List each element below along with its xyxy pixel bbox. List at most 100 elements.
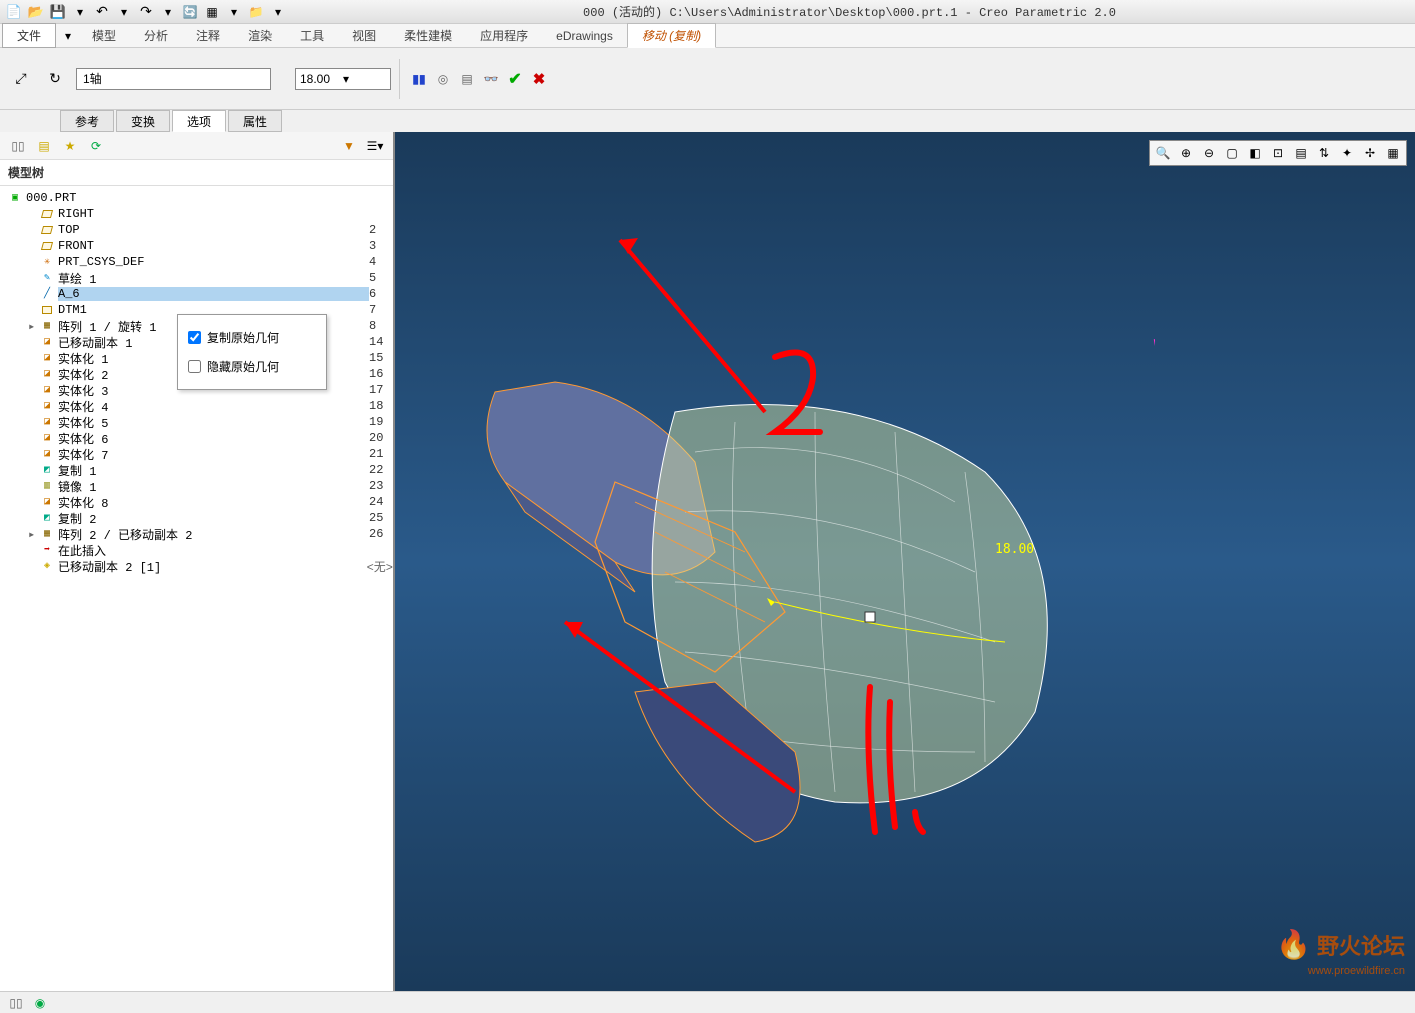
axis-input[interactable] bbox=[76, 68, 271, 90]
tree-settings-button[interactable]: ☰▾ bbox=[363, 135, 387, 157]
datum-plane-icon[interactable]: ▤ bbox=[1290, 143, 1312, 163]
menu-analysis[interactable]: 分析 bbox=[130, 24, 182, 47]
qat-customize[interactable]: ▾ bbox=[268, 2, 288, 22]
regenerate-button[interactable] bbox=[180, 2, 200, 22]
tree-item[interactable]: FRONT3 bbox=[0, 238, 393, 254]
sketch-icon: ✎ bbox=[40, 272, 54, 284]
tree-item-number: 15 bbox=[369, 351, 393, 365]
tree-item[interactable]: ▥镜像 123 bbox=[0, 478, 393, 494]
3d-viewport[interactable]: 🔍 ⊕ ⊖ ▢ ◧ ⊡ ▤ ⇅ ✦ ✢ ▦ bbox=[395, 132, 1415, 991]
tree-item[interactable]: ◪实体化 519 bbox=[0, 414, 393, 430]
dimension-label[interactable]: 18.00 bbox=[995, 542, 1034, 557]
model-tree[interactable]: ▣ 000.PRT RIGHTTOP2FRONT3✳PRT_CSYS_DEF4✎… bbox=[0, 186, 393, 991]
open-file-button[interactable] bbox=[26, 2, 46, 22]
hide-original-checkbox[interactable] bbox=[188, 360, 201, 373]
repaint-icon[interactable]: ▢ bbox=[1221, 143, 1243, 163]
tree-filter-button[interactable]: ▼ bbox=[337, 135, 361, 157]
axis-icon: ╱ bbox=[40, 288, 54, 300]
tree-item-number: 8 bbox=[369, 319, 393, 333]
menu-tools[interactable]: 工具 bbox=[286, 24, 338, 47]
zoom-out-icon[interactable]: ⊖ bbox=[1198, 143, 1220, 163]
tree-item[interactable]: ➡在此插入 bbox=[0, 542, 393, 558]
datum-point-icon[interactable]: ✦ bbox=[1336, 143, 1358, 163]
new-file-button[interactable] bbox=[4, 2, 24, 22]
preview-button[interactable]: ▤ bbox=[456, 68, 478, 90]
menu-flex[interactable]: 柔性建模 bbox=[390, 24, 466, 47]
redo-dropdown[interactable]: ▾ bbox=[158, 2, 178, 22]
tree-item[interactable]: ◩复制 122 bbox=[0, 462, 393, 478]
file-menu-dropdown[interactable]: ▾ bbox=[58, 26, 78, 46]
menu-view[interactable]: 视图 bbox=[338, 24, 390, 47]
glasses-icon[interactable]: 👓 bbox=[480, 68, 502, 90]
folder-button[interactable] bbox=[246, 2, 266, 22]
tree-item[interactable]: ◪实体化 418 bbox=[0, 398, 393, 414]
status-bar: ▯▯ ◉ bbox=[0, 991, 1415, 1013]
tree-item[interactable]: TOP2 bbox=[0, 222, 393, 238]
tree-tool-1[interactable]: ▯▯ bbox=[6, 135, 30, 157]
tree-root[interactable]: ▣ 000.PRT bbox=[0, 190, 393, 206]
tree-item[interactable]: ◪实体化 721 bbox=[0, 446, 393, 462]
plane-icon bbox=[40, 208, 54, 220]
watermark-url: www.proewildfire.cn bbox=[1308, 965, 1405, 977]
redo-button[interactable] bbox=[136, 2, 156, 22]
tree-item-label: TOP bbox=[58, 223, 369, 237]
tree-item[interactable]: ╱A_66 bbox=[0, 286, 393, 302]
confirm-button[interactable]: ✔ bbox=[504, 68, 526, 90]
subtab-options[interactable]: 选项 bbox=[172, 110, 226, 132]
status-tool-2[interactable]: ◉ bbox=[30, 994, 50, 1012]
save-button[interactable] bbox=[48, 2, 68, 22]
expand-icon[interactable]: ▸ bbox=[28, 527, 38, 542]
file-menu[interactable]: 文件 bbox=[2, 23, 56, 48]
move-type-button[interactable] bbox=[8, 66, 34, 92]
menu-apps[interactable]: 应用程序 bbox=[466, 24, 542, 47]
tree-item[interactable]: ◈已移动副本 2 [1]<无> bbox=[0, 558, 393, 574]
subtab-reference[interactable]: 参考 bbox=[60, 110, 114, 132]
datum-axis-icon[interactable]: ⇅ bbox=[1313, 143, 1335, 163]
menu-annotate[interactable]: 注释 bbox=[182, 24, 234, 47]
tree-item-number: 3 bbox=[369, 239, 393, 253]
tree-item-label: 在此插入 bbox=[58, 542, 393, 559]
window-dropdown[interactable]: ▾ bbox=[224, 2, 244, 22]
menu-render[interactable]: 渲染 bbox=[234, 24, 286, 47]
tree-tool-layers[interactable]: ▤ bbox=[32, 135, 56, 157]
body-icon: ◪ bbox=[40, 400, 54, 412]
info-button[interactable]: ◎ bbox=[432, 68, 454, 90]
status-tool-1[interactable]: ▯▯ bbox=[6, 994, 26, 1012]
quick-access-toolbar: ▾ ▾ ▾ ▾ ▾ bbox=[4, 2, 288, 22]
subtab-transform[interactable]: 变换 bbox=[116, 110, 170, 132]
pause-button[interactable]: ▮▮ bbox=[408, 68, 430, 90]
tree-item[interactable]: ◩复制 225 bbox=[0, 510, 393, 526]
undo-dropdown[interactable]: ▾ bbox=[114, 2, 134, 22]
menu-edrawings[interactable]: eDrawings bbox=[542, 26, 627, 46]
copy-original-checkbox[interactable] bbox=[188, 331, 201, 344]
tree-item[interactable]: ◪实体化 824 bbox=[0, 494, 393, 510]
tree-item[interactable]: ✎草绘 15 bbox=[0, 270, 393, 286]
tree-item[interactable]: ▸▦阵列 2 / 已移动副本 226 bbox=[0, 526, 393, 542]
tree-item[interactable]: ◪实体化 620 bbox=[0, 430, 393, 446]
window-button[interactable] bbox=[202, 2, 222, 22]
undo-button[interactable] bbox=[92, 2, 112, 22]
zoom-fit-icon[interactable]: 🔍 bbox=[1152, 143, 1174, 163]
tree-item[interactable]: RIGHT bbox=[0, 206, 393, 222]
dtm-icon bbox=[40, 304, 54, 316]
body-icon: ◪ bbox=[40, 496, 54, 508]
cancel-button[interactable]: ✖ bbox=[528, 68, 550, 90]
tree-tool-refresh[interactable]: ⟳ bbox=[84, 135, 108, 157]
menu-move-copy[interactable]: 移动 (复制) bbox=[627, 23, 716, 48]
rotate-button[interactable] bbox=[42, 66, 68, 92]
subtab-properties[interactable]: 属性 bbox=[228, 110, 282, 132]
annotation-icon[interactable]: ▦ bbox=[1382, 143, 1404, 163]
value-dropdown[interactable]: 18.00 ▾ bbox=[295, 68, 391, 90]
menu-model[interactable]: 模型 bbox=[78, 24, 130, 47]
tree-item-number: 20 bbox=[369, 431, 393, 445]
expand-icon[interactable]: ▸ bbox=[28, 319, 38, 334]
save-dropdown[interactable]: ▾ bbox=[70, 2, 90, 22]
tree-tool-star[interactable]: ★ bbox=[58, 135, 82, 157]
shading-icon[interactable]: ◧ bbox=[1244, 143, 1266, 163]
csys-display-icon[interactable]: ✢ bbox=[1359, 143, 1381, 163]
body-icon: ◪ bbox=[40, 384, 54, 396]
zoom-in-icon[interactable]: ⊕ bbox=[1175, 143, 1197, 163]
tree-item[interactable]: ✳PRT_CSYS_DEF4 bbox=[0, 254, 393, 270]
current-icon: ◈ bbox=[40, 560, 54, 572]
saved-views-icon[interactable]: ⊡ bbox=[1267, 143, 1289, 163]
